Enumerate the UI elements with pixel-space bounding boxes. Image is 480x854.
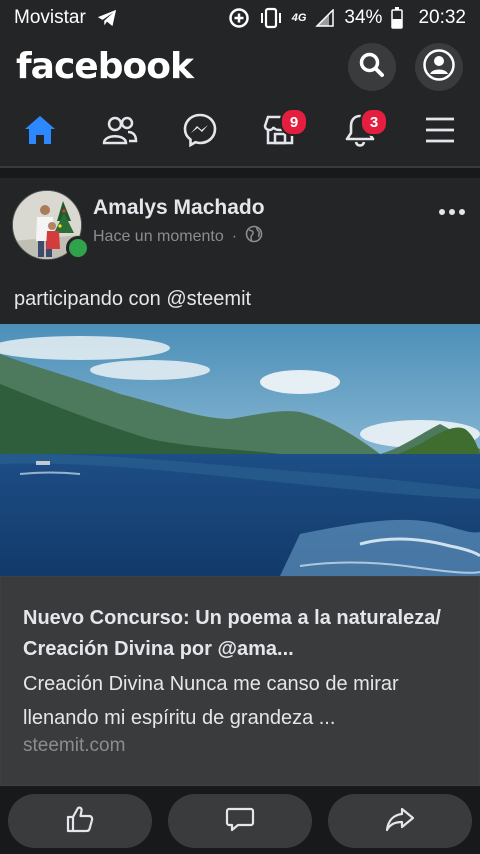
post-image[interactable] <box>0 324 480 576</box>
post-text: participando con @steemit <box>14 288 252 310</box>
carrier-name: Movistar <box>14 7 86 28</box>
tab-menu[interactable] <box>418 110 462 154</box>
clock: 20:32 <box>418 7 466 28</box>
signal-icon <box>315 9 335 27</box>
post-timestamp[interactable]: Hace un momento <box>93 228 224 246</box>
online-status-dot <box>66 236 90 260</box>
share-icon <box>385 805 415 838</box>
tab-messenger[interactable] <box>178 110 222 154</box>
search-icon <box>357 50 387 85</box>
tab-marketplace[interactable]: 9 <box>258 108 308 154</box>
tab-home[interactable] <box>18 110 62 154</box>
battery-icon <box>391 7 404 29</box>
app-header: facebook <box>0 36 480 98</box>
post-meta: Hace un momento · <box>93 225 263 248</box>
post-author-name[interactable]: Amalys Machado <box>93 196 265 220</box>
feed-divider <box>0 168 480 178</box>
profile-icon <box>422 48 456 87</box>
search-button[interactable] <box>348 43 396 91</box>
link-domain: steemit.com <box>23 735 126 756</box>
messenger-icon <box>182 112 218 153</box>
home-icon <box>22 113 58 152</box>
notifications-badge: 3 <box>360 108 388 136</box>
tab-friends[interactable] <box>98 110 142 154</box>
marketplace-badge: 9 <box>280 108 308 136</box>
feed-post: Amalys Machado Hace un momento · partici… <box>0 178 480 854</box>
status-bar: Movistar 4G 34% 20:32 <box>0 0 480 36</box>
comment-icon <box>225 805 255 838</box>
menu-icon <box>424 116 456 149</box>
facebook-logo[interactable]: facebook <box>16 46 194 87</box>
battery-percent: 34% <box>344 7 383 28</box>
vibrate-icon <box>259 7 283 29</box>
link-description: Creación Divina Nunca me canso de mirar … <box>23 673 399 729</box>
like-button[interactable] <box>8 794 152 848</box>
link-preview[interactable]: Nuevo Concurso: Un poema a la naturaleza… <box>0 576 480 786</box>
telegram-icon <box>96 8 118 28</box>
profile-button[interactable] <box>415 43 463 91</box>
main-nav: 9 3 <box>0 98 480 168</box>
meta-separator: · <box>231 227 238 245</box>
post-options-button[interactable] <box>438 202 466 216</box>
friends-icon <box>101 114 139 151</box>
globe-icon <box>245 225 263 248</box>
link-title: Nuevo Concurso: Un poema a la naturaleza… <box>23 607 441 660</box>
data-saver-icon <box>228 7 250 29</box>
network-type: 4G <box>291 12 307 24</box>
like-icon <box>65 805 95 838</box>
share-button[interactable] <box>328 794 472 848</box>
comment-button[interactable] <box>168 794 312 848</box>
tab-notifications[interactable]: 3 <box>338 108 388 154</box>
